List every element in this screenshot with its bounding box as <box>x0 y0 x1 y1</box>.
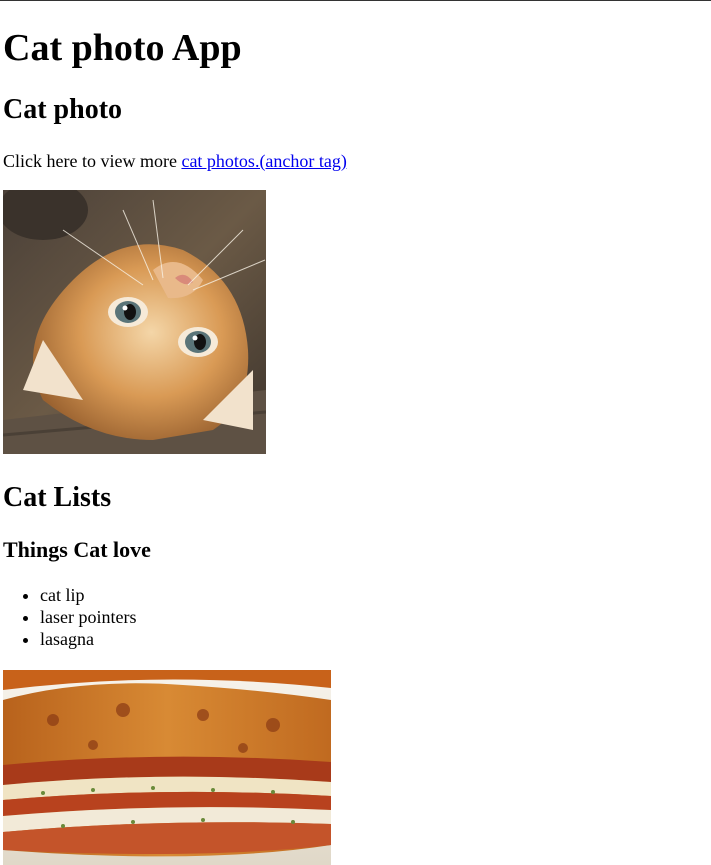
list-item: laser pointers <box>40 606 136 628</box>
subheading-things-cat-love: Things Cat love <box>3 537 151 562</box>
kitten-illustration <box>3 190 266 454</box>
intro-paragraph: Click here to view more cat photos.(anch… <box>3 149 347 173</box>
top-divider <box>0 0 711 1</box>
lasagna-illustration <box>3 670 331 865</box>
list-item: cat lip <box>40 584 136 606</box>
intro-text: Click here to view more <box>3 151 182 171</box>
cat-photos-link[interactable]: cat photos.(anchor tag) <box>181 151 346 171</box>
things-cat-love-list: cat lip laser pointers lasagna <box>3 584 136 650</box>
lasagna-image <box>3 670 331 865</box>
section-heading-cat-photo: Cat photo <box>3 94 123 125</box>
cat-photo-image[interactable] <box>3 190 266 454</box>
list-item: lasagna <box>40 628 136 650</box>
page-title: Cat photo App <box>3 27 242 69</box>
section-heading-cat-lists: Cat Lists <box>3 482 112 513</box>
